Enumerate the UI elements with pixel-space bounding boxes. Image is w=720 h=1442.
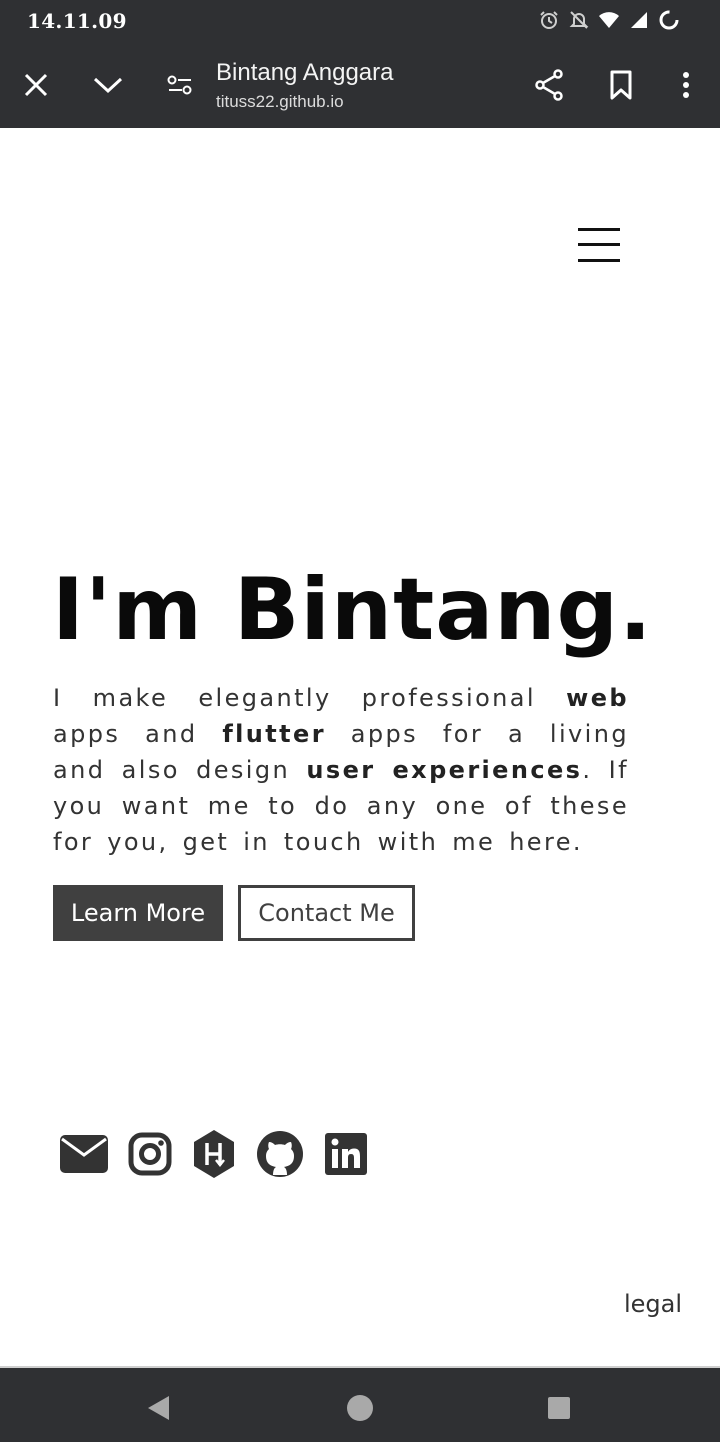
loading-icon bbox=[658, 9, 680, 31]
recents-icon[interactable] bbox=[539, 1388, 579, 1428]
legal-link[interactable]: legal bbox=[624, 1290, 682, 1318]
chevron-down-icon[interactable] bbox=[85, 62, 131, 108]
site-settings-icon[interactable] bbox=[157, 62, 203, 108]
status-bar: 14.11.09 bbox=[0, 0, 720, 42]
menu-icon[interactable] bbox=[578, 228, 622, 264]
signal-icon bbox=[628, 9, 650, 31]
navigation-bar bbox=[0, 1366, 720, 1442]
intro-user-experiences: user experiences bbox=[306, 756, 583, 784]
contact-me-button[interactable]: Contact Me bbox=[238, 885, 415, 941]
wifi-icon bbox=[598, 9, 620, 31]
linkedin-icon[interactable] bbox=[322, 1126, 370, 1182]
page-title[interactable]: Bintang Anggara bbox=[216, 59, 393, 87]
hero-intro: I make elegantly professional web apps a… bbox=[53, 684, 629, 856]
hero-heading: I'm Bintang. bbox=[52, 560, 653, 660]
browser-toolbar: Bintang Anggara tituss22.github.io bbox=[0, 42, 720, 128]
mute-icon bbox=[568, 9, 590, 31]
alarm-icon bbox=[538, 9, 560, 31]
close-icon[interactable] bbox=[13, 62, 59, 108]
learn-more-button[interactable]: Learn More bbox=[53, 885, 223, 941]
page-url[interactable]: tituss22.github.io bbox=[216, 92, 344, 112]
instagram-icon[interactable] bbox=[127, 1126, 173, 1182]
share-icon[interactable] bbox=[526, 62, 572, 108]
intro-flutter: flutter bbox=[222, 720, 326, 748]
github-icon[interactable] bbox=[255, 1126, 305, 1182]
status-time: 14.11.09 bbox=[27, 9, 127, 33]
intro-web: web bbox=[566, 684, 629, 712]
home-icon[interactable] bbox=[340, 1388, 380, 1428]
hackerrank-icon[interactable] bbox=[190, 1126, 238, 1182]
more-vert-icon[interactable] bbox=[663, 62, 709, 108]
email-icon[interactable] bbox=[58, 1126, 110, 1182]
bookmark-icon[interactable] bbox=[598, 62, 644, 108]
back-icon[interactable] bbox=[138, 1388, 178, 1428]
